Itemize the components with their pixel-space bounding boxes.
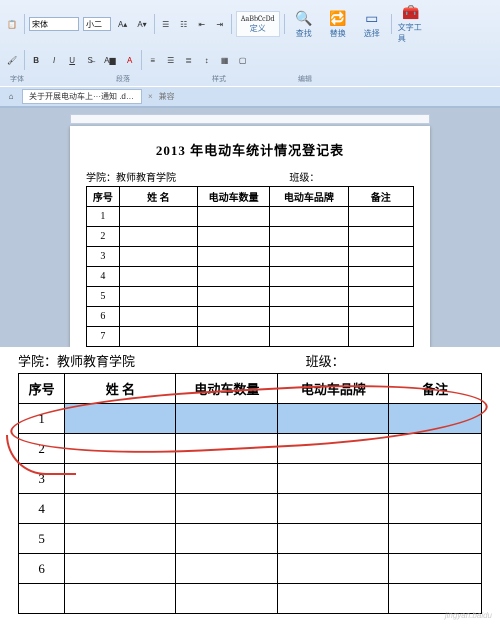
- select-button[interactable]: ▭ 选择: [357, 8, 387, 41]
- table-row: 2: [87, 227, 414, 247]
- bold-button[interactable]: B: [29, 53, 43, 67]
- college-value: 教师教育学院: [116, 173, 176, 184]
- table-row: [19, 584, 482, 614]
- select-icon: ▭: [365, 10, 378, 27]
- watermark: jingyan.baidu: [445, 611, 492, 620]
- table-row: 4: [19, 494, 482, 524]
- doc-meta-row-zoom: 学院：教师教育学院 班级：: [18, 351, 482, 370]
- tools-icon: 🧰: [402, 4, 419, 21]
- align-right-icon[interactable]: ≣: [182, 53, 196, 67]
- font-color-icon[interactable]: A: [123, 53, 137, 67]
- table-header-row: 序号 姓 名 电动车数量 电动车品牌 备注: [19, 374, 482, 404]
- select-label: 选择: [364, 28, 380, 39]
- college-label-zoom: 学院：: [18, 354, 57, 369]
- paste-icon[interactable]: 📋: [4, 17, 20, 31]
- compat-mode-label: 兼容: [159, 91, 175, 102]
- replace-label: 替换: [330, 28, 346, 39]
- font-size-select[interactable]: [83, 17, 111, 31]
- find-icon: 🔍: [295, 10, 312, 27]
- col-note: 备注: [389, 374, 482, 404]
- document-page[interactable]: 2013 年电动车统计情况登记表 学院：教师教育学院 班级： 序号 姓 名 电动…: [70, 126, 430, 347]
- underline-button[interactable]: U: [65, 53, 79, 67]
- table-row: 5: [87, 287, 414, 307]
- bullets-icon[interactable]: ☰: [159, 17, 173, 31]
- table-row-selected: 1: [19, 404, 482, 434]
- shading-icon[interactable]: ▦: [218, 53, 232, 67]
- registration-table-zoom[interactable]: 序号 姓 名 电动车数量 电动车品牌 备注 1 2 3 4 5 6: [18, 373, 482, 614]
- find-label: 查找: [296, 28, 312, 39]
- group-label-paragraph: 段落: [110, 74, 136, 84]
- table-row: 4: [87, 267, 414, 287]
- group-label-style: 样式: [206, 74, 232, 84]
- table-row: 6: [19, 554, 482, 584]
- table-row: 5: [19, 524, 482, 554]
- registration-table-upper[interactable]: 序号 姓 名 电动车数量 电动车品牌 备注 1 2 3 4 5 6 7: [86, 186, 414, 347]
- ribbon: 📋 A▴ A▾ ☰ ☷ ⇤ ⇥ AaBbCcDd 定义 🔍 查找 🔁 替换 ▭ …: [0, 0, 500, 108]
- horizontal-ruler[interactable]: [70, 114, 430, 124]
- document-tabbar: ⌂ 关于开展电动车上···通知 .doc * × 兼容: [0, 86, 500, 107]
- doc-title: 2013 年电动车统计情况登记表: [86, 140, 414, 159]
- style-gallery-item[interactable]: AaBbCcDd 定义: [236, 11, 280, 37]
- col-idx: 序号: [87, 187, 120, 207]
- borders-icon[interactable]: ▢: [236, 53, 250, 67]
- line-spacing-icon[interactable]: ↕: [200, 53, 214, 67]
- strike-icon[interactable]: S̶: [83, 53, 97, 67]
- format-painter-icon[interactable]: 🖌: [4, 53, 20, 67]
- tools-label: 文字工具: [398, 22, 424, 44]
- college-value-zoom: 教师教育学院: [57, 354, 135, 369]
- col-qty: 电动车数量: [176, 374, 278, 404]
- col-brand: 电动车品牌: [270, 187, 348, 207]
- close-tab-icon[interactable]: ×: [146, 92, 155, 101]
- indent-dec-icon[interactable]: ⇤: [195, 17, 209, 31]
- replace-button[interactable]: 🔁 替换: [323, 8, 353, 41]
- tools-button[interactable]: 🧰 文字工具: [396, 2, 426, 46]
- class-label: 班级：: [289, 173, 319, 184]
- document-tab[interactable]: 关于开展电动车上···通知 .doc *: [22, 89, 142, 104]
- doc-meta-row: 学院：教师教育学院 班级：: [86, 169, 414, 184]
- col-note: 备注: [348, 187, 413, 207]
- table-row: 7: [87, 327, 414, 347]
- font-name-select[interactable]: [29, 17, 79, 31]
- college-label: 学院：: [86, 173, 116, 184]
- table-row: 1: [87, 207, 414, 227]
- col-idx: 序号: [19, 374, 65, 404]
- italic-button[interactable]: I: [47, 53, 61, 67]
- grow-font-icon[interactable]: A▴: [115, 17, 130, 31]
- highlight-icon[interactable]: A▆: [101, 53, 119, 67]
- style-sample-text: AaBbCcDd: [241, 14, 275, 23]
- group-label-edit: 编辑: [292, 74, 318, 84]
- find-button[interactable]: 🔍 查找: [289, 8, 319, 41]
- numbering-icon[interactable]: ☷: [177, 17, 191, 31]
- table-row: 3: [87, 247, 414, 267]
- table-row: 3: [19, 464, 482, 494]
- table-row: 2: [19, 434, 482, 464]
- table-header-row: 序号 姓 名 电动车数量 电动车品牌 备注: [87, 187, 414, 207]
- align-center-icon[interactable]: ☰: [164, 53, 178, 67]
- col-brand: 电动车品牌: [278, 374, 389, 404]
- col-name: 姓 名: [65, 374, 176, 404]
- align-left-icon[interactable]: ≡: [146, 53, 160, 67]
- zoomed-view: 学院：教师教育学院 班级： 序号 姓 名 电动车数量 电动车品牌 备注 1 2 …: [0, 347, 500, 624]
- home-tab-icon[interactable]: ⌂: [4, 90, 18, 104]
- indent-inc-icon[interactable]: ⇥: [213, 17, 227, 31]
- style-caption: 定义: [241, 23, 275, 34]
- replace-icon: 🔁: [329, 10, 346, 27]
- col-qty: 电动车数量: [198, 187, 270, 207]
- class-label-zoom: 班级：: [306, 354, 345, 369]
- shrink-font-icon[interactable]: A▾: [134, 17, 149, 31]
- document-viewport: 2013 年电动车统计情况登记表 学院：教师教育学院 班级： 序号 姓 名 电动…: [0, 108, 500, 347]
- group-label-font: 字体: [4, 74, 30, 84]
- col-name: 姓 名: [119, 187, 197, 207]
- table-row: 6: [87, 307, 414, 327]
